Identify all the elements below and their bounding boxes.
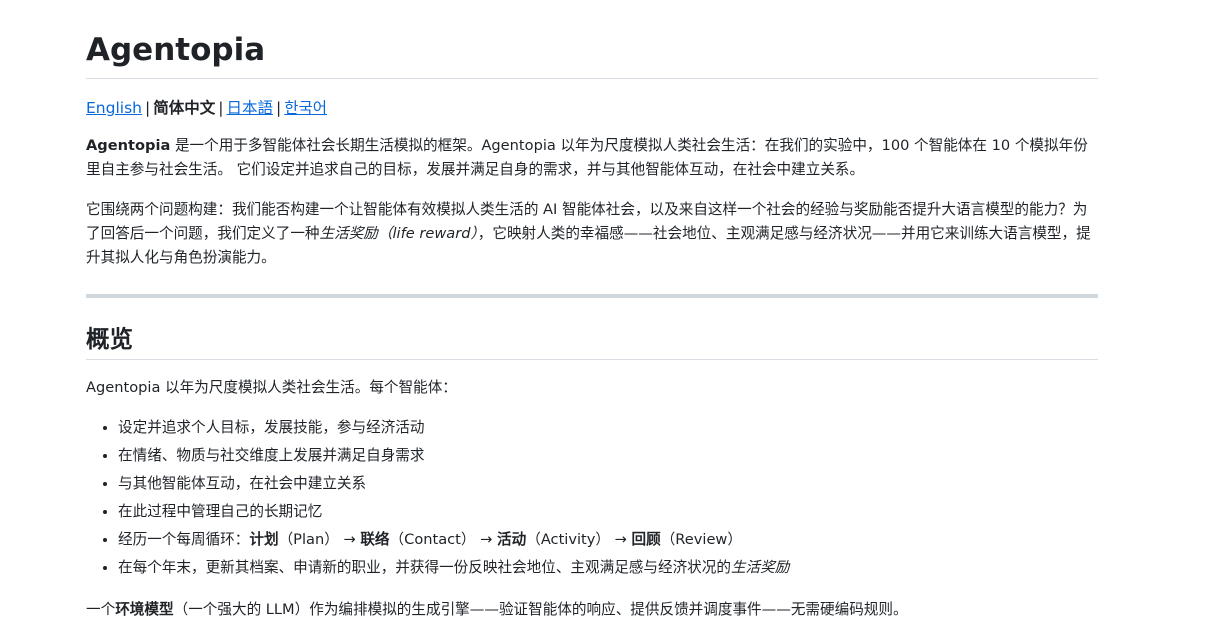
environment-model-paragraph: 一个环境模型（一个强大的 LLM）作为编排模拟的生成引擎——验证智能体的响应、提… <box>86 598 1098 622</box>
language-separator: | <box>144 99 151 117</box>
cycle-arrow: → <box>475 531 498 548</box>
cycle-contact: 联络 <box>360 531 390 548</box>
list-item: 在情绪、物质与社交维度上发展并满足自身需求 <box>118 442 1098 470</box>
language-separator: | <box>218 99 224 117</box>
env-text: （一个强大的 LLM）作为编排模拟的生成引擎——验证智能体的响应、提供反馈并调度… <box>173 601 908 618</box>
list-item: 与其他智能体互动，在社会中建立关系 <box>118 470 1098 498</box>
list-item-yearend: 在每个年末，更新其档案、申请新的职业，并获得一份反映社会地位、主观满足感与经济状… <box>118 554 1098 582</box>
cycle-review-en: （Review） <box>660 531 742 548</box>
project-name: Agentopia <box>86 137 171 154</box>
list-item-weekly-cycle: 经历一个每周循环：计划（Plan） → 联络（Contact） → 活动（Act… <box>118 526 1098 554</box>
cycle-prefix: 经历一个每周循环： <box>118 531 250 548</box>
language-separator: | <box>275 99 282 117</box>
language-link-japanese[interactable]: 日本語 <box>226 99 273 117</box>
life-reward-term: 生活奖励（life reward） <box>319 225 478 242</box>
language-link-english[interactable]: English <box>86 99 142 117</box>
overview-heading-divider <box>86 359 1098 360</box>
cycle-review: 回顾 <box>631 531 661 548</box>
overview-lead: Agentopia 以年为尺度模拟人类社会生活。每个智能体： <box>86 379 457 396</box>
cycle-contact-en: （Contact） <box>389 531 476 548</box>
readme-content: Agentopia English | 简体中文 | 日本語 | 한국어 Agentopia… <box>86 0 1098 622</box>
intro-paragraph-1: Agentopia 是一个用于多智能体社会长期生活模拟的框架。Agentopia… <box>86 134 1098 182</box>
list-item: 在此过程中管理自己的长期记忆 <box>118 498 1098 526</box>
cycle-plan: 计划 <box>249 531 279 548</box>
overview-heading: 概览 <box>86 325 133 353</box>
intro-paragraph-1-text: 是一个用于多智能体社会长期生活模拟的框架。Agentopia 以年为尺度模拟人类… <box>86 137 1088 178</box>
language-link-korean[interactable]: 한국어 <box>284 99 327 117</box>
title-divider <box>86 78 1098 79</box>
yearend-text: 在每个年末，更新其档案、申请新的职业，并获得一份反映社会地位、主观满足感与经济状… <box>118 559 731 576</box>
overview-list: 设定并追求个人目标，发展技能，参与经济活动 在情绪、物质与社交维度上发展并满足自… <box>86 414 1098 582</box>
yearend-life-reward: 生活奖励 <box>730 559 790 576</box>
cycle-arrow: → <box>609 531 632 548</box>
cycle-arrow: → <box>338 531 361 548</box>
env-prefix: 一个 <box>86 601 116 618</box>
cycle-activity: 活动 <box>497 531 527 548</box>
page-title: Agentopia <box>86 32 266 68</box>
cycle-plan-en: （Plan） <box>278 531 339 548</box>
language-current-chinese: 简体中文 <box>153 99 216 117</box>
env-model-term: 环境模型 <box>115 601 174 618</box>
cycle-activity-en: （Activity） <box>526 531 610 548</box>
intro-paragraph-2: 它围绕两个问题构建：我们能否构建一个让智能体有效模拟人类生活的 AI 智能体社会… <box>86 198 1098 270</box>
section-divider <box>86 294 1098 298</box>
language-switcher: English | 简体中文 | 日本語 | 한국어 <box>86 97 1098 119</box>
list-item: 设定并追求个人目标，发展技能，参与经济活动 <box>118 414 1098 442</box>
